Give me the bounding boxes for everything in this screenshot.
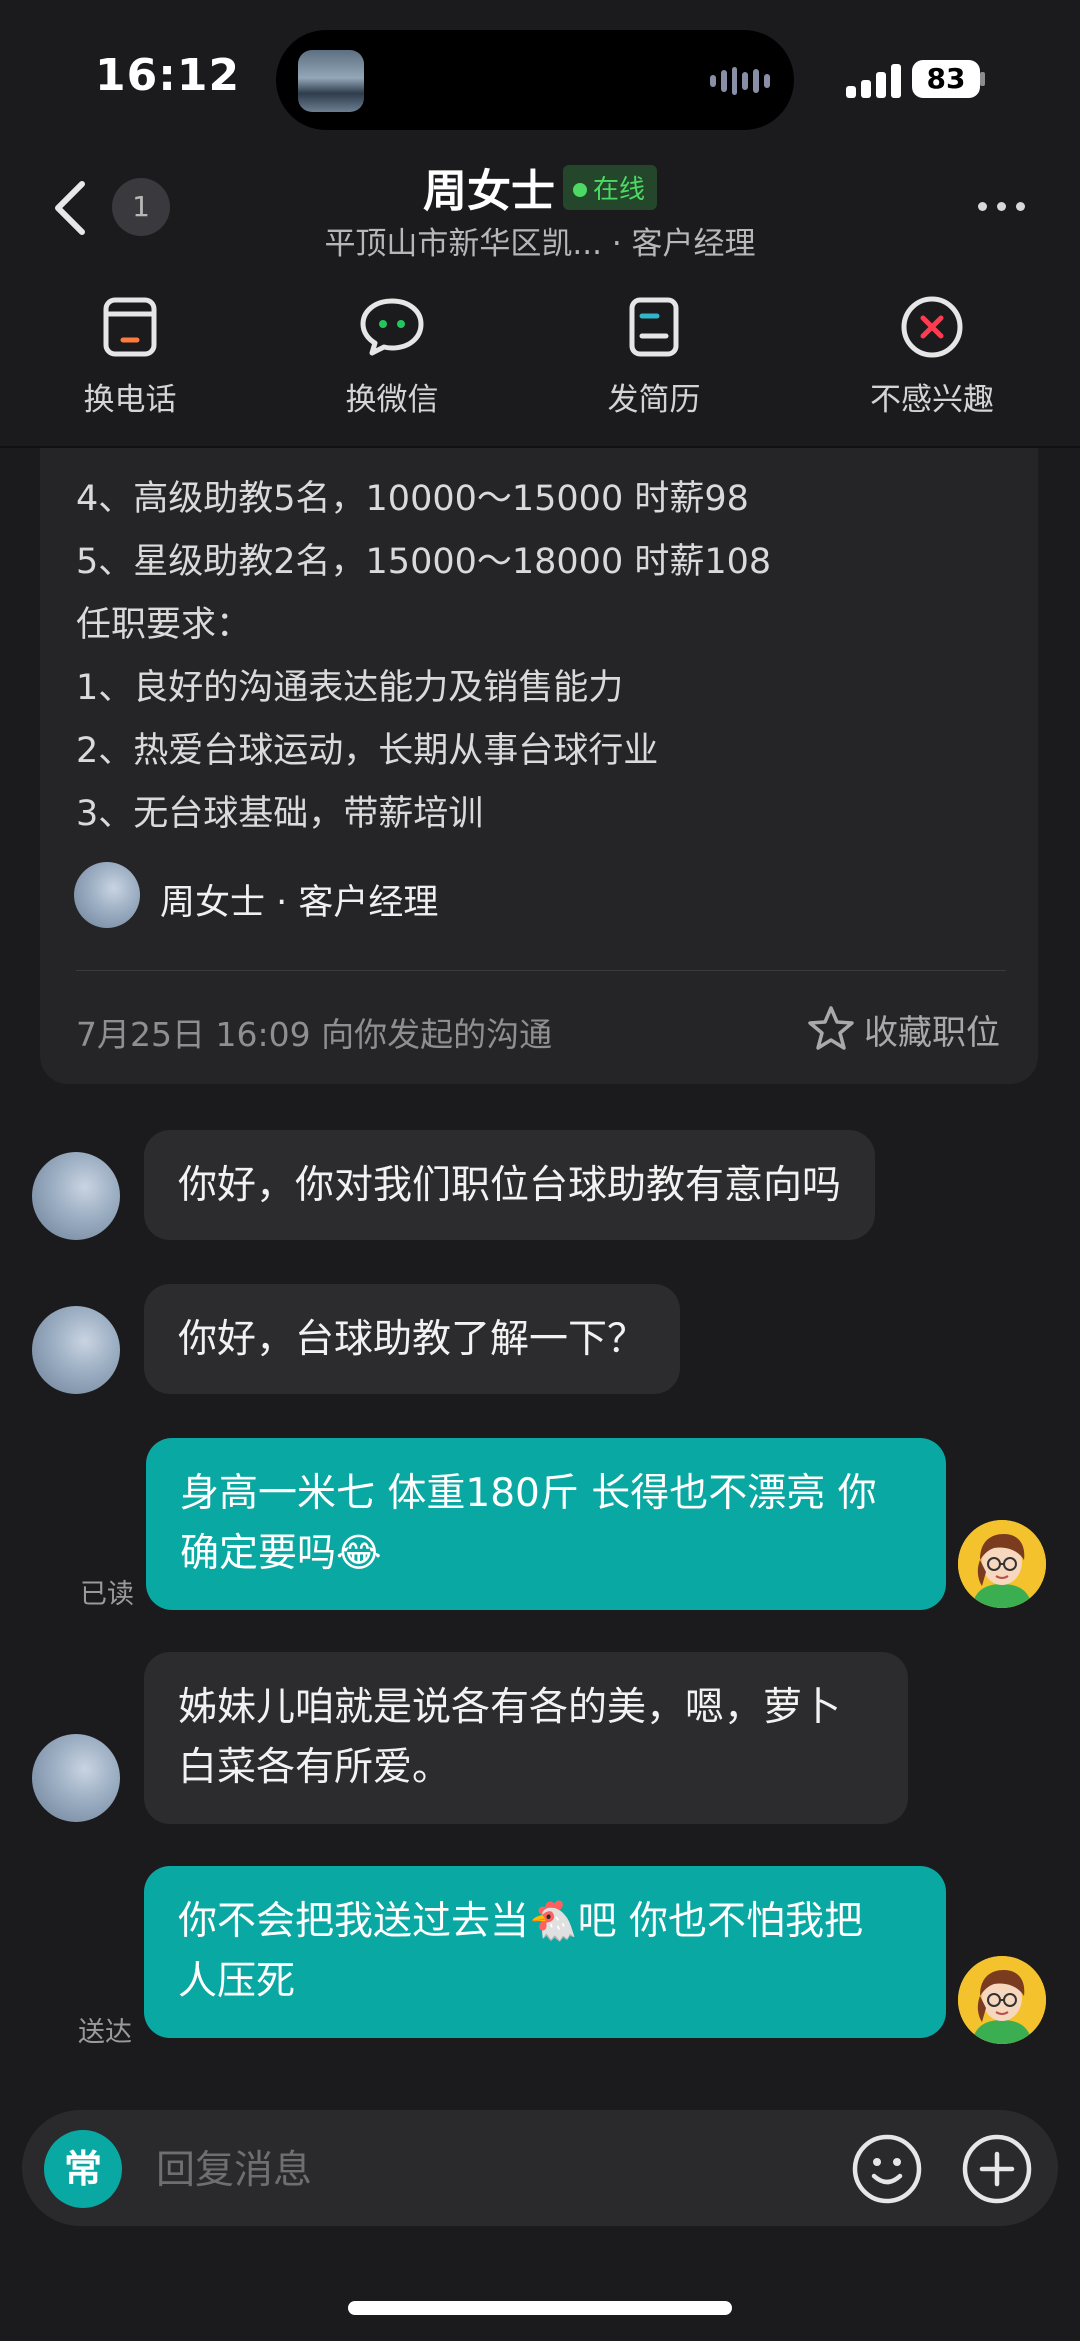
swap-phone-button[interactable]: 换电话: [30, 292, 230, 419]
delivered-receipt: 送达: [78, 2017, 132, 2048]
message-text-line: 确定要吗😂: [180, 1524, 912, 1584]
recruiter-name: 周女士 · 客户经理: [160, 883, 439, 923]
recruiter-avatar[interactable]: [74, 862, 140, 928]
message-bubble-outgoing[interactable]: 你不会把我送过去当🐔吧 你也不怕我把 人压死: [144, 1866, 946, 2038]
smiley-icon: [852, 2134, 922, 2204]
contact-subtitle: 平顶山市新华区凯... · 客户经理: [324, 226, 756, 262]
recruiter-avatar[interactable]: [32, 1306, 120, 1394]
online-status-label: 在线: [592, 174, 645, 205]
not-interested-icon: [901, 296, 963, 358]
message-text: 身高一米七 体重180斤 长得也不漂亮 你: [180, 1471, 877, 1516]
now-playing-artwork: [298, 50, 364, 112]
send-resume-button[interactable]: 发简历: [554, 292, 754, 419]
job-detail-line: 4、高级助教5名，10000～15000 时薪98: [76, 479, 749, 519]
message-text: 你好，你对我们职位台球助教有意向吗: [178, 1163, 842, 1208]
job-detail-line: 任职要求：: [76, 605, 252, 645]
emoji-button[interactable]: [850, 2132, 924, 2206]
home-indicator[interactable]: [348, 2301, 732, 2315]
cellular-signal-icon: [846, 60, 904, 98]
message-text: 吧 你也不怕我把: [577, 1899, 863, 1944]
audio-wave-icon: [710, 66, 770, 96]
not-interested-label: 不感兴趣: [870, 382, 994, 418]
send-resume-label: 发简历: [607, 382, 701, 418]
status-time: 16:12: [95, 50, 241, 101]
contact-name: 周女士: [422, 166, 555, 217]
reply-input[interactable]: [156, 2140, 816, 2200]
message-text: 人压死: [178, 1959, 296, 2004]
laughing-emoji-icon: 😂: [336, 1531, 382, 1576]
job-detail-line: 2、热爱台球运动，长期从事台球行业: [76, 731, 659, 771]
battery-cap: [980, 72, 985, 86]
message-bubble-incoming[interactable]: 你好，你对我们职位台球助教有意向吗: [144, 1130, 876, 1240]
conversation-start-time: 7月25日 16:09 向你发起的沟通: [76, 1015, 553, 1054]
battery-indicator: 83: [912, 60, 980, 98]
not-interested-button[interactable]: 不感兴趣: [832, 292, 1032, 419]
plus-circle-icon: [962, 2134, 1032, 2204]
job-detail-line: 1、良好的沟通表达能力及销售能力: [76, 668, 624, 708]
message-bubble-incoming[interactable]: 姊妹儿咱就是说各有各的美，嗯，萝卜 白菜各有所爱。: [144, 1652, 908, 1824]
message-bubble-outgoing[interactable]: 身高一米七 体重180斤 长得也不漂亮 你 确定要吗😂: [146, 1438, 946, 1610]
contact-title: 周女士 在线: [0, 155, 1080, 219]
dot-icon: [977, 201, 987, 211]
chicken-emoji-icon: 🐔: [529, 1899, 578, 1944]
recruiter-avatar[interactable]: [32, 1734, 120, 1822]
job-detail-line: 5、星级助教2名，15000～18000 时薪108: [76, 542, 772, 582]
job-detail-line: 3、无台球基础，带薪培训: [76, 794, 484, 834]
favorite-job-label: 收藏职位: [864, 1012, 1000, 1053]
online-dot-icon: [572, 183, 587, 197]
dot-icon: [1015, 201, 1025, 211]
add-attachment-button[interactable]: [960, 2132, 1034, 2206]
swap-phone-label: 换电话: [83, 382, 177, 418]
message-text: 你不会把我送过去当: [178, 1899, 530, 1944]
cartoon-avatar-icon: [958, 1956, 1046, 2044]
card-divider: [76, 970, 1006, 971]
message-text: 你好，台球助教了解一下？: [178, 1317, 647, 1362]
swap-wechat-button[interactable]: 换微信: [292, 292, 492, 419]
wechat-icon: [360, 298, 424, 356]
swap-wechat-label: 换微信: [345, 382, 439, 418]
my-avatar[interactable]: [958, 1956, 1046, 2044]
phone-card-icon: [103, 297, 157, 357]
message-text: 确定要吗: [180, 1531, 337, 1576]
online-status-badge: 在线: [562, 164, 657, 210]
common-phrases-button[interactable]: 常: [44, 2130, 122, 2208]
cartoon-avatar-icon: [958, 1520, 1046, 1608]
message-text: 姊妹儿咱就是说各有各的美，嗯，萝卜: [178, 1685, 842, 1730]
star-icon: [808, 1006, 854, 1050]
resume-icon: [629, 297, 679, 357]
dot-icon: [996, 201, 1006, 211]
message-text-line: 你不会把我送过去当🐔吧 你也不怕我把: [178, 1892, 912, 1952]
read-receipt: 已读: [80, 1579, 134, 1610]
message-bubble-incoming[interactable]: 你好，台球助教了解一下？: [144, 1284, 681, 1394]
header-divider: [0, 446, 1080, 448]
favorite-job-button[interactable]: 收藏职位: [806, 1004, 1000, 1054]
more-options-button[interactable]: [966, 186, 1036, 226]
message-text: 白菜各有所爱。: [178, 1745, 452, 1790]
my-avatar[interactable]: [958, 1520, 1046, 1608]
recruiter-avatar[interactable]: [32, 1152, 120, 1240]
